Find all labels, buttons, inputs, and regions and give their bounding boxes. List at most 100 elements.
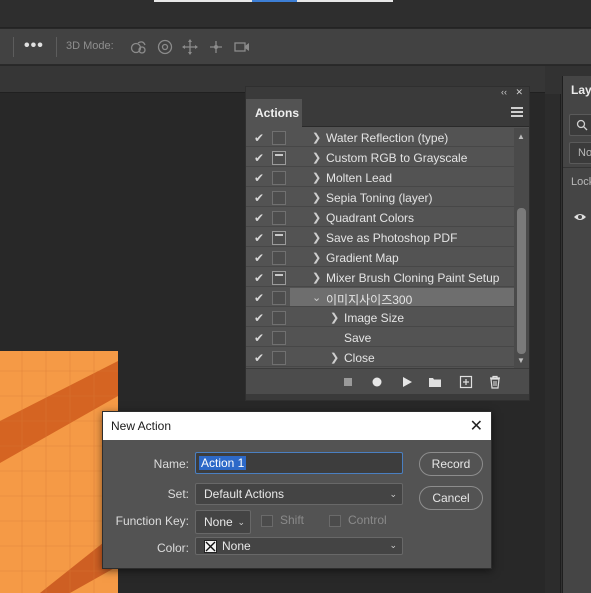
blend-mode-select[interactable]: No bbox=[569, 142, 591, 164]
action-row[interactable]: ✔ Save bbox=[246, 328, 514, 348]
chevron-right-icon[interactable]: ❯ bbox=[330, 351, 339, 364]
dialog-toggle-icon[interactable] bbox=[272, 231, 286, 245]
checkmark-icon[interactable]: ✔ bbox=[252, 151, 266, 165]
dialog-titlebar: New Action ✕ bbox=[103, 412, 491, 440]
chevron-right-icon[interactable]: ❯ bbox=[312, 191, 321, 204]
dialog-toggle-icon[interactable] bbox=[272, 151, 286, 165]
roll-3d-icon[interactable] bbox=[156, 38, 174, 56]
orbit-3d-icon[interactable] bbox=[129, 38, 147, 56]
eye-icon[interactable] bbox=[573, 212, 587, 222]
scroll-up-icon[interactable]: ▲ bbox=[517, 132, 525, 141]
tab-actions[interactable]: Actions bbox=[246, 99, 302, 127]
chevron-down-icon[interactable]: ⌄ bbox=[312, 291, 321, 304]
action-row[interactable]: ✔ ❯ Water Reflection (type) bbox=[246, 128, 514, 148]
action-row[interactable]: ✔ ❯ Image Size bbox=[246, 308, 514, 328]
document-canvas[interactable] bbox=[0, 351, 118, 593]
dialog-toggle-icon[interactable] bbox=[272, 171, 286, 185]
cancel-button[interactable]: Cancel bbox=[419, 486, 483, 510]
close-panel-button[interactable]: ✕ bbox=[515, 87, 523, 98]
checkmark-icon[interactable]: ✔ bbox=[252, 291, 266, 305]
action-row[interactable]: ✔ ❯ Gradient Map bbox=[246, 248, 514, 268]
tab-layers[interactable]: Lay bbox=[571, 83, 591, 97]
trash-icon[interactable] bbox=[488, 375, 502, 389]
action-label: 이미지사이즈300 bbox=[326, 293, 413, 307]
action-row[interactable]: ✔ ❯ Quadrant Colors bbox=[246, 208, 514, 228]
checkmark-icon[interactable]: ✔ bbox=[252, 211, 266, 225]
function-key-select[interactable]: None ⌄ bbox=[195, 510, 251, 534]
dialog-toggle-icon[interactable] bbox=[272, 271, 286, 285]
canvas-image bbox=[0, 351, 118, 593]
chevron-right-icon[interactable]: ❯ bbox=[330, 311, 339, 324]
action-row[interactable]: ✔ ❯ Molten Lead bbox=[246, 168, 514, 188]
dialog-toggle-icon[interactable] bbox=[272, 251, 286, 265]
checkmark-icon[interactable]: ✔ bbox=[252, 231, 266, 245]
application-top-strip bbox=[0, 0, 591, 28]
chevron-right-icon[interactable]: ❯ bbox=[312, 131, 321, 144]
set-select[interactable]: Default Actions ⌄ bbox=[195, 483, 403, 505]
actions-scrollbar[interactable]: ▲ ▼ bbox=[514, 128, 529, 368]
slide-3d-icon[interactable] bbox=[207, 38, 225, 56]
action-row[interactable]: ✔ ⌄ 이미지사이즈300 bbox=[246, 288, 514, 308]
record-button[interactable]: Record bbox=[419, 452, 483, 476]
dialog-title: New Action bbox=[111, 419, 172, 433]
checkmark-icon[interactable]: ✔ bbox=[252, 171, 266, 185]
action-row[interactable]: ✔ ❯ Save as Photoshop PDF bbox=[246, 228, 514, 248]
more-options-button[interactable]: ••• bbox=[24, 37, 44, 55]
play-icon[interactable] bbox=[400, 375, 414, 389]
dialog-toggle-icon[interactable] bbox=[272, 331, 286, 345]
function-key-value: None bbox=[204, 515, 233, 529]
color-label: Color: bbox=[156, 541, 189, 555]
set-select-value: Default Actions bbox=[204, 487, 285, 501]
chevron-right-icon[interactable]: ❯ bbox=[312, 271, 321, 284]
close-icon[interactable]: ✕ bbox=[470, 416, 483, 436]
row-cell bbox=[290, 248, 514, 267]
chevron-right-icon[interactable]: ❯ bbox=[312, 151, 321, 164]
checkmark-icon[interactable]: ✔ bbox=[252, 251, 266, 265]
chevron-right-icon[interactable]: ❯ bbox=[312, 211, 321, 224]
row-cell bbox=[290, 328, 514, 347]
actions-panel: ‹‹ ✕ Actions ✔ ❯ Water Reflection (type) ✔ ❯… bbox=[245, 86, 530, 401]
action-row[interactable]: ✔ ❯ Custom RGB to Grayscale bbox=[246, 148, 514, 168]
no-color-swatch-icon bbox=[204, 540, 217, 553]
action-row[interactable]: ✔ ❯ Close bbox=[246, 348, 514, 368]
action-row[interactable]: ✔ ❯ Mixer Brush Cloning Paint Setup bbox=[246, 268, 514, 288]
action-row[interactable]: ✔ ❯ Sepia Toning (layer) bbox=[246, 188, 514, 208]
dialog-toggle-icon[interactable] bbox=[272, 351, 286, 365]
action-label: Gradient Map bbox=[326, 251, 399, 265]
checkmark-icon[interactable]: ✔ bbox=[252, 331, 266, 345]
collapse-panel-button[interactable]: ‹‹ bbox=[501, 87, 507, 97]
color-select[interactable]: None ⌄ bbox=[195, 537, 403, 555]
new-action-dialog: New Action ✕ Name: Action 1 Set: Default… bbox=[102, 411, 492, 569]
shift-checkbox[interactable] bbox=[261, 515, 273, 527]
pan-3d-icon[interactable] bbox=[181, 38, 199, 56]
checkmark-icon[interactable]: ✔ bbox=[252, 351, 266, 365]
checkmark-icon[interactable]: ✔ bbox=[252, 311, 266, 325]
checkmark-icon[interactable]: ✔ bbox=[252, 131, 266, 145]
action-list: ✔ ❯ Water Reflection (type) ✔ ❯ Custom RGB to… bbox=[246, 128, 514, 368]
chevron-right-icon[interactable]: ❯ bbox=[312, 171, 321, 184]
panel-tab-row: Actions bbox=[246, 99, 529, 127]
scroll-down-icon[interactable]: ▼ bbox=[517, 356, 525, 365]
camera-3d-icon[interactable] bbox=[233, 38, 251, 56]
chevron-down-icon: ⌄ bbox=[389, 489, 397, 499]
dialog-toggle-icon[interactable] bbox=[272, 191, 286, 205]
name-field[interactable]: Action 1 bbox=[195, 452, 403, 474]
scroll-thumb[interactable] bbox=[517, 208, 526, 354]
dialog-toggle-icon[interactable] bbox=[272, 291, 286, 305]
folder-icon[interactable] bbox=[428, 375, 442, 389]
chevron-right-icon[interactable]: ❯ bbox=[312, 231, 321, 244]
new-action-icon[interactable] bbox=[459, 375, 473, 389]
dialog-toggle-icon[interactable] bbox=[272, 211, 286, 225]
checkmark-icon[interactable]: ✔ bbox=[252, 271, 266, 285]
panel-menu-button[interactable] bbox=[511, 107, 523, 119]
stop-icon[interactable] bbox=[341, 375, 355, 389]
dialog-toggle-icon[interactable] bbox=[272, 311, 286, 325]
control-checkbox[interactable] bbox=[329, 515, 341, 527]
checkmark-icon[interactable]: ✔ bbox=[252, 191, 266, 205]
dialog-toggle-icon[interactable] bbox=[272, 131, 286, 145]
record-icon[interactable] bbox=[370, 375, 384, 389]
layer-filter-search[interactable] bbox=[569, 114, 591, 136]
action-label: Close bbox=[344, 351, 375, 365]
panel-header: ‹‹ ✕ bbox=[246, 87, 529, 99]
chevron-right-icon[interactable]: ❯ bbox=[312, 251, 321, 264]
